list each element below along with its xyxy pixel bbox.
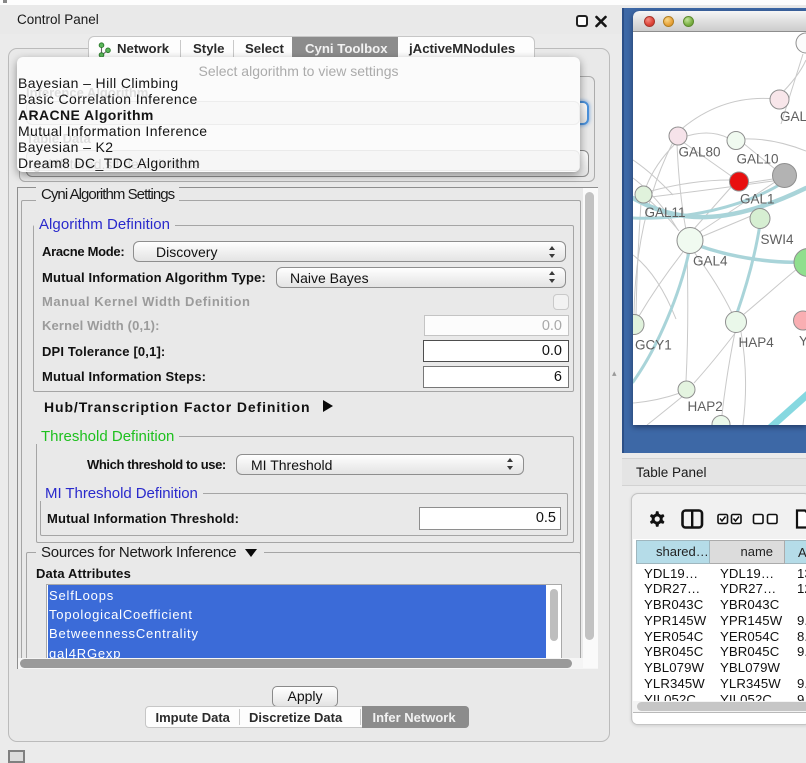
svg-text:GAL7: GAL7 — [780, 109, 806, 124]
svg-text:Y: Y — [799, 334, 806, 349]
svg-text:GAL10: GAL10 — [737, 152, 779, 167]
svg-text:GAL4: GAL4 — [693, 254, 728, 269]
svg-text:SWI4: SWI4 — [761, 232, 794, 247]
svg-text:GAL1: GAL1 — [740, 192, 775, 207]
svg-text:GAL80: GAL80 — [679, 145, 721, 160]
svg-text:HAP4: HAP4 — [739, 335, 775, 350]
svg-text:GAL11: GAL11 — [645, 205, 686, 220]
svg-text:GCY1: GCY1 — [635, 338, 672, 353]
svg-text:HAP2: HAP2 — [688, 399, 723, 414]
